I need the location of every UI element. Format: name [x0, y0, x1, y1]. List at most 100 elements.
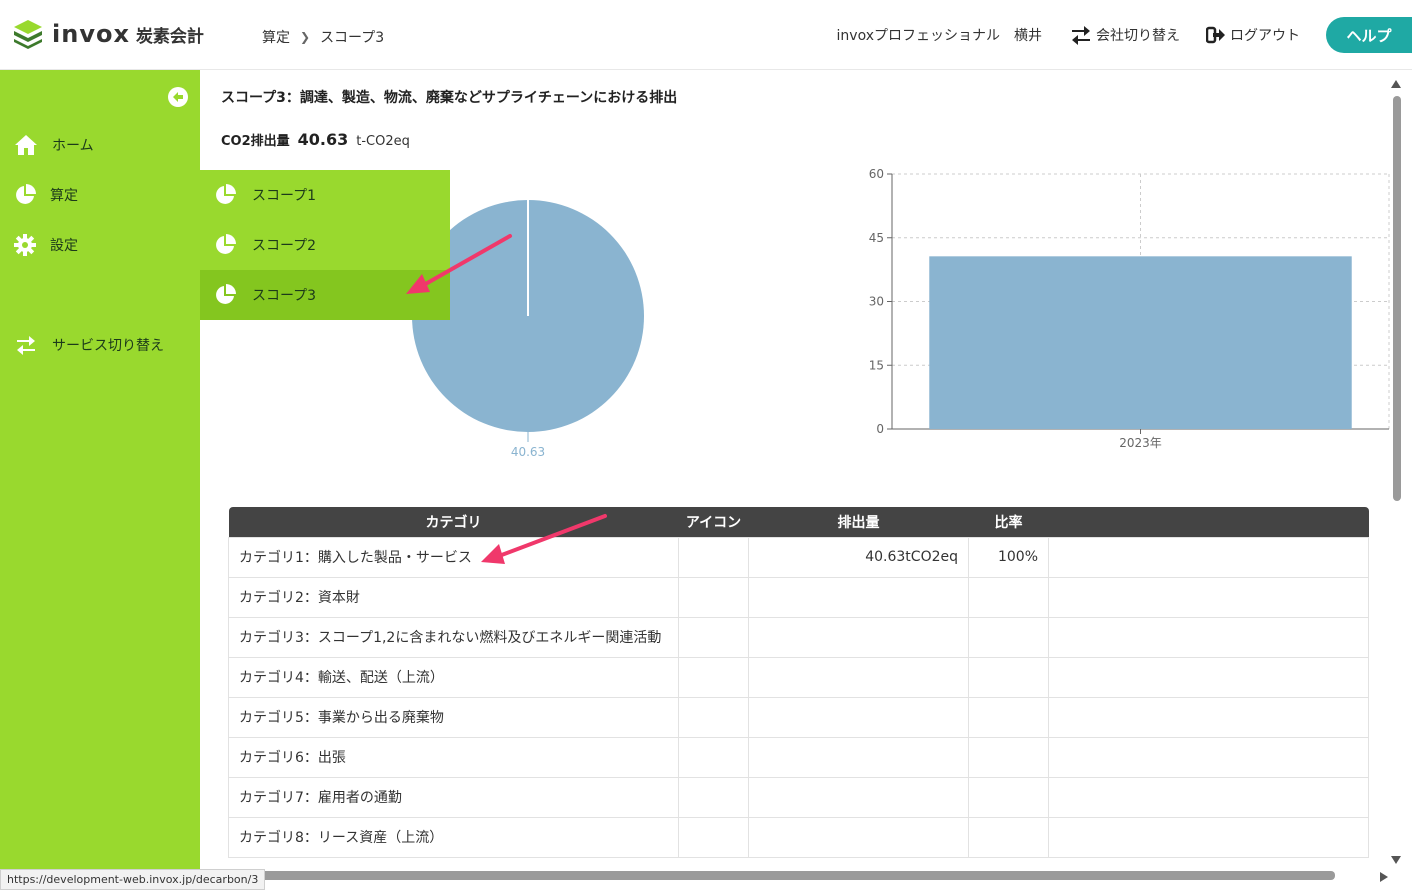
logo[interactable]: invox 炭素会計	[12, 18, 204, 50]
ratio-cell	[968, 816, 1049, 858]
table-header-row: カテゴリ アイコン 排出量 比率	[228, 507, 1369, 537]
page-title: スコープ3：調達、製造、物流、廃棄などサプライチェーンにおける排出	[221, 90, 678, 106]
submenu-item-label: スコープ3	[252, 288, 317, 304]
logo-wordmark: invox	[52, 20, 130, 48]
co2-unit: t-CO2eq	[356, 134, 410, 149]
y-tick-label: 45	[869, 231, 884, 245]
column-header-ratio: 比率	[968, 507, 1049, 537]
logout-link[interactable]: ログアウト	[1206, 25, 1300, 45]
switch-company-link[interactable]: 会社切り替え	[1070, 25, 1180, 45]
calc-submenu: スコープ1 スコープ2 スコープ3	[200, 170, 450, 320]
submenu-item-scope3[interactable]: スコープ3	[200, 270, 450, 320]
logout-icon	[1206, 26, 1225, 44]
sidebar-item-label: サービス切り替え	[52, 338, 164, 354]
submenu-item-scope2[interactable]: スコープ2	[200, 220, 450, 270]
scroll-right-icon[interactable]	[1380, 872, 1388, 882]
category-cell: カテゴリ2：資本財	[228, 576, 679, 618]
category-cell: カテゴリ1：購入した製品・サービス	[228, 536, 679, 578]
pie-chart-icon	[16, 184, 36, 204]
sidebar-item-label: ホーム	[52, 138, 94, 154]
bar[interactable]	[929, 256, 1352, 429]
swap-icon	[1072, 26, 1090, 45]
co2-value: 40.63	[297, 130, 349, 149]
vertical-scrollbar-thumb[interactable]	[1393, 96, 1401, 501]
extra-cell	[1048, 736, 1369, 778]
sidebar-item-calc[interactable]: 算定	[0, 170, 200, 220]
table-row[interactable]: カテゴリ4：輸送、配送（上流）	[228, 656, 1369, 698]
icon-cell	[678, 576, 749, 618]
ratio-cell	[968, 696, 1049, 738]
y-tick-label: 15	[869, 358, 884, 372]
pie-chart-icon	[216, 234, 236, 254]
collapse-sidebar-icon[interactable]	[168, 87, 188, 107]
sidebar-item-service-switch[interactable]: サービス切り替え	[0, 320, 200, 370]
category-cell: カテゴリ8：リース資産（上流）	[228, 816, 679, 858]
icon-cell	[678, 536, 749, 578]
ratio-cell	[968, 576, 1049, 618]
amount-cell	[748, 816, 969, 858]
breadcrumb: 算定 ❯ スコープ3	[262, 27, 384, 47]
pie-chart-icon	[216, 184, 236, 204]
sidebar-item-label: 算定	[50, 188, 78, 204]
submenu-item-scope1[interactable]: スコープ1	[200, 170, 450, 220]
category-cell: カテゴリ7：雇用者の通勤	[228, 776, 679, 818]
logo-icon	[14, 20, 42, 49]
help-button[interactable]: ヘルプ	[1326, 17, 1412, 53]
breadcrumb-item-scope3: スコープ3	[320, 30, 385, 46]
x-tick-label: 2023年	[1119, 436, 1162, 450]
extra-cell	[1048, 576, 1369, 618]
extra-cell	[1048, 656, 1369, 698]
column-header-extra	[1048, 507, 1369, 537]
extra-cell	[1048, 776, 1369, 818]
category-cell: カテゴリ3：スコープ1,2に含まれない燃料及びエネルギー関連活動	[228, 616, 679, 658]
sidebar-item-home[interactable]: ホーム	[0, 120, 200, 170]
extra-cell	[1048, 696, 1369, 738]
table-row[interactable]: カテゴリ1：購入した製品・サービス 40.63tCO2eq 100%	[228, 536, 1369, 578]
ratio-cell	[968, 736, 1049, 778]
submenu-item-label: スコープ1	[252, 188, 317, 204]
bar-chart: 0 15 30 45 60 2023年	[869, 167, 1390, 450]
amount-cell: 40.63tCO2eq	[748, 536, 969, 578]
ratio-cell	[968, 616, 1049, 658]
sidebar-item-settings[interactable]: 設定	[0, 220, 200, 270]
y-tick-label: 60	[869, 167, 884, 181]
table-row[interactable]: カテゴリ8：リース資産（上流）	[228, 816, 1369, 858]
ratio-cell: 100%	[968, 536, 1049, 578]
horizontal-scrollbar-thumb[interactable]	[257, 871, 1335, 880]
pie-chart-icon	[216, 284, 236, 304]
extra-cell	[1048, 616, 1369, 658]
table-row[interactable]: カテゴリ6：出張	[228, 736, 1369, 778]
user-name: 横井	[1014, 28, 1042, 44]
category-table: カテゴリ アイコン 排出量 比率 カテゴリ1：購入した製品・サービス 40.63t…	[228, 507, 1369, 858]
category-cell: カテゴリ5：事業から出る廃棄物	[228, 696, 679, 738]
co2-summary: CO2排出量 40.63 t-CO2eq	[221, 130, 410, 149]
icon-cell	[678, 656, 749, 698]
submenu-item-label: スコープ2	[252, 238, 317, 254]
table-row[interactable]: カテゴリ5：事業から出る廃棄物	[228, 696, 1369, 738]
logout-label: ログアウト	[1230, 28, 1300, 44]
breadcrumb-item-calc[interactable]: 算定	[262, 27, 290, 47]
column-header-amount: 排出量	[748, 507, 969, 537]
ratio-cell	[968, 776, 1049, 818]
scroll-up-icon[interactable]	[1391, 80, 1401, 88]
scroll-down-icon[interactable]	[1391, 856, 1401, 864]
icon-cell	[678, 696, 749, 738]
icon-cell	[678, 736, 749, 778]
icon-cell	[678, 776, 749, 818]
extra-cell	[1048, 536, 1369, 578]
co2-label: CO2排出量	[221, 134, 290, 149]
amount-cell	[748, 576, 969, 618]
switch-company-label: 会社切り替え	[1096, 28, 1180, 44]
column-header-category: カテゴリ	[228, 507, 679, 537]
header-actions: invoxプロフェッショナル 横井 会社切り替え ログアウト ヘルプ	[837, 17, 1412, 53]
table-row[interactable]: カテゴリ2：資本財	[228, 576, 1369, 618]
chevron-right-icon: ❯	[300, 30, 311, 44]
column-header-icon: アイコン	[678, 507, 749, 537]
table-row[interactable]: カテゴリ7：雇用者の通勤	[228, 776, 1369, 818]
amount-cell	[748, 616, 969, 658]
amount-cell	[748, 776, 969, 818]
amount-cell	[748, 696, 969, 738]
top-header: invox 炭素会計 算定 ❯ スコープ3 invoxプロフェッショナル 横井 …	[0, 0, 1412, 70]
table-row[interactable]: カテゴリ3：スコープ1,2に含まれない燃料及びエネルギー関連活動	[228, 616, 1369, 658]
amount-cell	[748, 736, 969, 778]
